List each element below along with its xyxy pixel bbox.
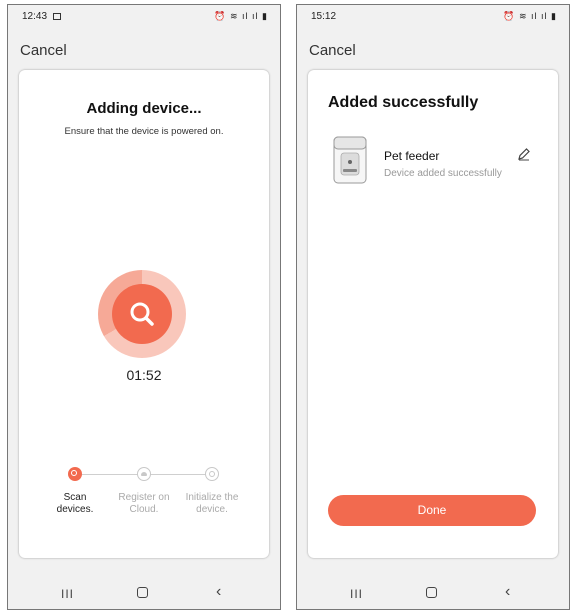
- initialize-step-icon: [205, 467, 219, 481]
- done-button[interactable]: Done: [328, 495, 536, 526]
- pet-feeder-icon: [333, 136, 367, 184]
- cancel-button[interactable]: Cancel: [20, 42, 67, 59]
- status-time: 12:43: [22, 11, 48, 22]
- home-button[interactable]: [137, 587, 148, 598]
- phone-screen-added: 15:12 ⏰ ≋ ıl ıl ▮ Cancel Added successfu…: [296, 4, 570, 610]
- navigation-bar: III ‹: [297, 583, 569, 605]
- status-bar: 12:43 ⏰ ≋ ıl ıl ▮: [22, 11, 268, 25]
- recent-apps-button[interactable]: III: [61, 587, 74, 601]
- scan-step-icon: [68, 467, 82, 481]
- home-button[interactable]: [426, 587, 437, 598]
- edit-pencil-icon[interactable]: [517, 147, 531, 161]
- navigation-bar: III ‹: [8, 583, 280, 605]
- device-name: Pet feeder: [384, 149, 440, 163]
- page-title: Added successfully: [328, 94, 479, 111]
- back-button[interactable]: ‹: [216, 583, 221, 601]
- added-device-card: Added successfully Pet feeder Device add…: [308, 70, 558, 558]
- search-icon: [130, 302, 154, 326]
- recent-apps-button[interactable]: III: [350, 587, 363, 601]
- cancel-button[interactable]: Cancel: [309, 42, 356, 59]
- adding-device-card: Adding device... Ensure that the device …: [19, 70, 269, 558]
- status-icons: ⏰ ≋ ıl ıl ▮: [214, 11, 268, 21]
- status-time: 15:12: [311, 11, 337, 22]
- instruction-text: Ensure that the device is powered on.: [64, 126, 224, 137]
- status-bar: 15:12 ⏰ ≋ ıl ıl ▮: [311, 11, 557, 25]
- step-label-initialize: Initialize the device.: [185, 492, 239, 515]
- step-label-scan: Scan devices.: [56, 492, 94, 515]
- phone-screen-adding: 12:43 ⏰ ≋ ıl ıl ▮ Cancel Adding device..…: [7, 4, 281, 610]
- scan-progress-ring: [98, 270, 186, 358]
- back-button[interactable]: ‹: [505, 583, 510, 601]
- page-title: Adding device...: [86, 100, 202, 117]
- gallery-notification-icon: [53, 13, 61, 20]
- cloud-step-icon: [137, 467, 151, 481]
- device-status: Device added successfully: [384, 168, 502, 179]
- step-label-register: Register on Cloud.: [118, 492, 170, 515]
- countdown-timer: 01:52: [126, 367, 162, 383]
- status-icons: ⏰ ≋ ıl ıl ▮: [503, 11, 557, 21]
